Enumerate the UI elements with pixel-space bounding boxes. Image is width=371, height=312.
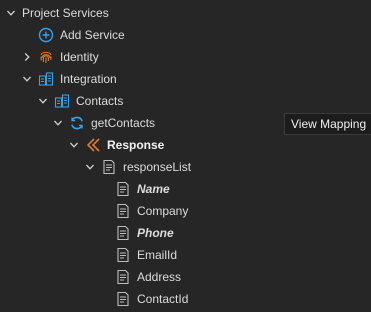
- tree-item-label: Address: [137, 270, 182, 284]
- fingerprint-icon: [38, 49, 54, 65]
- field-document-icon: [115, 291, 131, 307]
- project-services-panel: Project Services Add Service Identity In…: [0, 0, 371, 312]
- tree-item-field-company[interactable]: Company: [0, 200, 371, 222]
- tree-item-label: Add Service: [60, 28, 125, 42]
- integration-service-icon: [54, 93, 70, 109]
- tree-item-label: Identity: [60, 50, 99, 64]
- chevron-down-icon[interactable]: [69, 140, 79, 150]
- field-document-icon: [115, 269, 131, 285]
- tree-item-label: getContacts: [91, 116, 156, 130]
- chevron-down-icon[interactable]: [53, 118, 63, 128]
- field-document-icon: [115, 181, 131, 197]
- add-service-item[interactable]: Add Service: [0, 24, 371, 46]
- tree-item-field-emailid[interactable]: EmailId: [0, 244, 371, 266]
- response-icon: [85, 137, 101, 153]
- tree-item-label: Phone: [137, 226, 174, 240]
- plus-circle-icon: [38, 27, 54, 43]
- tree-item-label: Contacts: [76, 94, 124, 108]
- tree-item-integration[interactable]: Integration: [0, 68, 371, 90]
- tree-item-project-services[interactable]: Project Services: [0, 2, 371, 24]
- view-mapping-tooltip: View Mapping: [284, 113, 371, 135]
- tree-item-field-contactid[interactable]: ContactId: [0, 288, 371, 310]
- chevron-down-icon[interactable]: [85, 162, 95, 172]
- chevron-down-icon[interactable]: [38, 96, 48, 106]
- sync-icon: [69, 115, 85, 131]
- chevron-down-icon[interactable]: [6, 8, 16, 18]
- tree-item-identity[interactable]: Identity: [0, 46, 371, 68]
- tree-item-label: responseList: [123, 160, 192, 174]
- tree-item-label: Company: [137, 204, 189, 218]
- list-document-icon: [101, 159, 117, 175]
- tree-item-field-phone[interactable]: Phone: [0, 222, 371, 244]
- tree-item-field-address[interactable]: Address: [0, 266, 371, 288]
- tree-item-contacts[interactable]: Contacts: [0, 90, 371, 112]
- chevron-right-icon[interactable]: [22, 52, 32, 62]
- tree-item-label: Name: [137, 182, 170, 196]
- field-document-icon: [115, 225, 131, 241]
- tree-item-label: Project Services: [22, 6, 109, 20]
- tree-item-label: Integration: [60, 72, 117, 86]
- field-document-icon: [115, 247, 131, 263]
- tree-item-field-name[interactable]: Name: [0, 178, 371, 200]
- tree-item-response[interactable]: Response: [0, 134, 371, 156]
- tree-item-label: Response: [107, 138, 165, 152]
- tree-item-responselist[interactable]: responseList: [0, 156, 371, 178]
- tree-item-label: EmailId: [137, 248, 178, 262]
- field-document-icon: [115, 203, 131, 219]
- tree-item-label: ContactId: [137, 292, 189, 306]
- chevron-down-icon[interactable]: [22, 74, 32, 84]
- integration-icon: [38, 71, 54, 87]
